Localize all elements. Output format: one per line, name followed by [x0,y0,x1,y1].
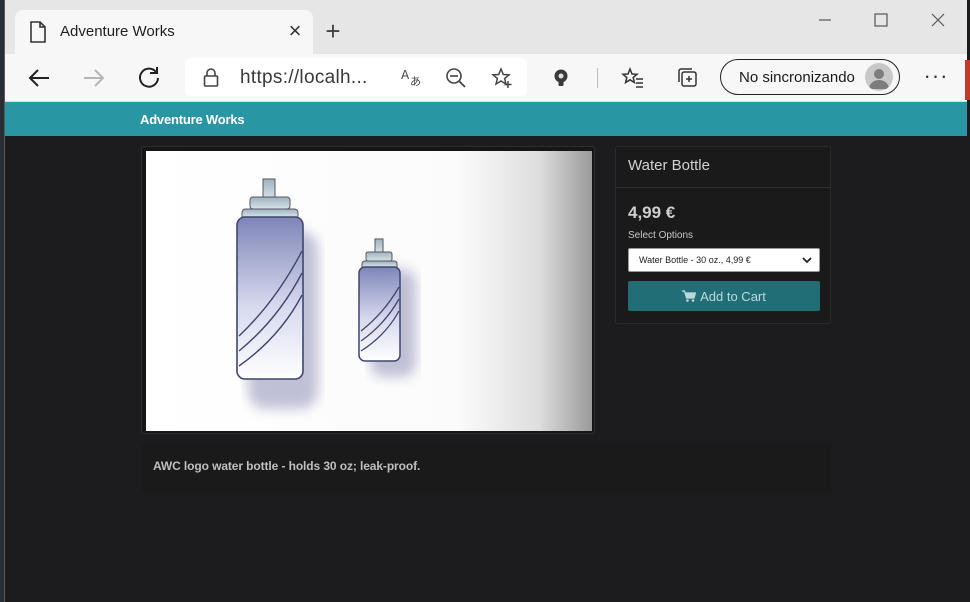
product-price: 4,99 € [628,203,676,222]
profile-sync-button[interactable]: No sincronizando [720,59,900,95]
back-arrow-icon[interactable] [23,62,55,94]
options-label: Select Options [628,230,694,241]
product-description: AWC logo water bottle - holds 30 oz; lea… [153,459,421,473]
desktop-background-right [965,60,970,100]
svg-text:A: A [401,68,410,82]
selected-option: Water Bottle - 30 oz., 4,99 € [639,255,751,265]
favorites-icon[interactable] [617,62,649,94]
cart-icon [682,290,697,302]
refresh-icon[interactable] [133,62,165,94]
lock-icon[interactable] [203,68,219,88]
avatar [865,63,893,91]
more-options-icon[interactable]: ··· [920,62,952,94]
extension-icon[interactable] [545,62,577,94]
divider [616,187,830,188]
chevron-down-icon [802,257,812,264]
favorite-star-icon[interactable] [491,67,513,89]
sync-status-label: No sincronizando [739,69,855,86]
purchase-card: Water Bottle 4,99 € Select Options Water… [615,146,831,324]
toolbar-divider [597,68,598,88]
product-description-card: AWC logo water bottle - holds 30 oz; lea… [141,444,831,492]
page-icon [30,21,46,43]
window-close-icon[interactable] [923,10,953,34]
zoom-out-icon[interactable] [445,67,467,89]
close-tab-icon[interactable]: × [285,20,305,42]
address-bar[interactable]: https://localh... A あ [185,58,527,96]
collections-icon[interactable] [672,62,704,94]
tab-strip: Adventure Works × + [5,0,967,54]
site-navbar: Adventure Works [5,102,967,136]
product-image [146,151,592,431]
product-name: Water Bottle [628,157,710,174]
maximize-icon[interactable] [866,10,896,34]
translate-icon[interactable]: A あ [401,67,423,87]
site-brand-link[interactable]: Adventure Works [140,112,245,127]
url-text: https://localh... [240,67,368,88]
new-tab-button[interactable]: + [321,18,345,44]
browser-tab[interactable]: Adventure Works × [15,10,313,54]
minimize-icon[interactable] [810,10,840,34]
tab-title: Adventure Works [60,23,175,40]
browser-window: Adventure Works × + https://localh... A … [4,0,967,602]
svg-text:あ: あ [410,75,421,87]
browser-toolbar: https://localh... A あ No sincronizando ·… [5,54,967,102]
product-image-card [141,146,595,434]
add-to-cart-label: Add to Cart [700,288,766,304]
option-select[interactable]: Water Bottle - 30 oz., 4,99 € [628,248,820,272]
forward-arrow-icon[interactable] [78,62,110,94]
add-to-cart-button[interactable]: Add to Cart [628,281,820,311]
